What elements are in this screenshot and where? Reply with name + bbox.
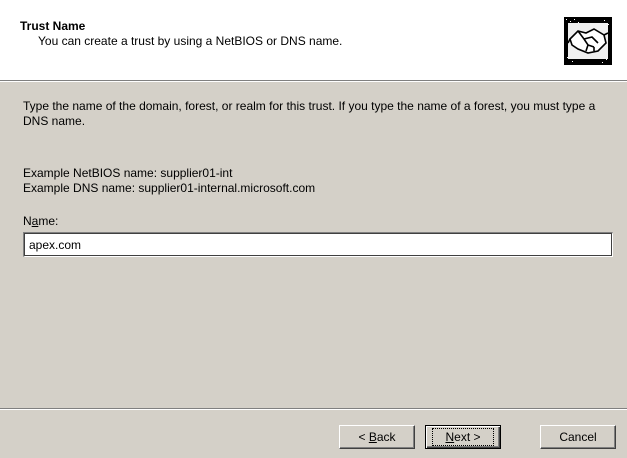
handshake-icon	[564, 17, 612, 65]
next-button[interactable]: Next >	[425, 425, 501, 449]
page-title: Trust Name	[20, 19, 86, 33]
examples: Example NetBIOS name: supplier01-int Exa…	[23, 166, 315, 196]
back-button[interactable]: < Back	[339, 425, 415, 449]
cancel-button[interactable]: Cancel	[540, 425, 616, 449]
page-subtitle: You can create a trust by using a NetBIO…	[38, 34, 343, 48]
instructions-text: Type the name of the domain, forest, or …	[23, 99, 596, 128]
header-divider-highlight	[0, 81, 627, 82]
wizard-header: Trust Name You can create a trust by usi…	[0, 0, 627, 80]
example-netbios: Example NetBIOS name: supplier01-int	[23, 166, 233, 180]
name-input[interactable]	[23, 232, 613, 257]
name-label: Name:	[23, 214, 59, 228]
footer-divider-highlight	[0, 409, 627, 410]
example-dns: Example DNS name: supplier01-internal.mi…	[23, 181, 316, 195]
